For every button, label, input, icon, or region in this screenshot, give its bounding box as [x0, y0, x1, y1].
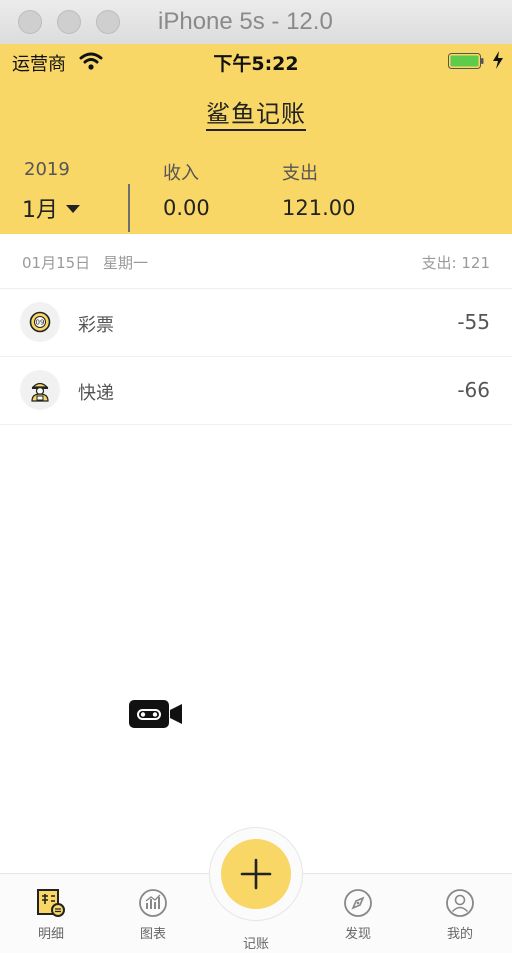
- status-bar: 运营商 下午5:22: [0, 44, 512, 78]
- record-row[interactable]: 09 彩票 -55: [0, 288, 512, 357]
- income-value: 0.00: [163, 196, 210, 220]
- app-title-text: 鲨鱼记账: [206, 100, 306, 131]
- day-weekday: 星期一: [103, 254, 149, 272]
- day-group-header: 01月15日 星期一 支出: 121: [0, 234, 512, 289]
- record-amount: -66: [457, 378, 490, 402]
- lottery-ball-icon: 09: [20, 302, 60, 342]
- charging-bolt-icon: [493, 51, 503, 69]
- compass-icon: [344, 889, 372, 917]
- caret-down-icon: [66, 205, 80, 213]
- day-date: 01月15日: [22, 254, 91, 272]
- header-divider: [128, 184, 130, 232]
- income-label: 收入: [163, 163, 199, 184]
- battery-icon: [448, 53, 484, 69]
- summary-header: 运营商 下午5:22 鲨鱼记账 2019 1月 收入 0.00 支出 121.0…: [0, 44, 512, 234]
- ledger-icon: [37, 889, 65, 917]
- month-value: 1月: [22, 198, 58, 223]
- svg-text:09: 09: [36, 319, 45, 327]
- expense-label: 支出: [282, 163, 318, 184]
- record-category: 快递: [78, 383, 114, 404]
- record-category: 彩票: [78, 315, 114, 336]
- video-camera-icon[interactable]: [129, 700, 183, 728]
- zoom-window-button[interactable]: [96, 10, 120, 34]
- minimize-window-button[interactable]: [57, 10, 81, 34]
- tab-label: 发现: [344, 927, 371, 942]
- add-record-button[interactable]: [221, 839, 291, 909]
- tab-label: 明细: [37, 927, 64, 942]
- tab-label: 记账: [242, 937, 269, 952]
- tab-label: 图表: [139, 927, 166, 942]
- tab-details[interactable]: 明细: [11, 888, 91, 942]
- month-picker[interactable]: 1月: [22, 192, 80, 224]
- simulator-title-bar: iPhone 5s - 12.0: [0, 0, 512, 45]
- record-row[interactable]: 快递 -66: [0, 356, 512, 425]
- courier-icon: [20, 370, 60, 410]
- record-amount: -55: [457, 310, 490, 334]
- tab-profile[interactable]: 我的: [420, 888, 500, 942]
- tab-charts[interactable]: 图表: [113, 888, 193, 942]
- profile-icon: [446, 889, 474, 917]
- clock: 下午5:22: [213, 53, 299, 75]
- chart-icon: [139, 889, 167, 917]
- tab-discover[interactable]: 发现: [318, 888, 398, 942]
- day-expense-total: 支出: 121: [421, 254, 490, 272]
- tab-label: 我的: [446, 927, 473, 942]
- app-title: 鲨鱼记账: [0, 94, 512, 131]
- plus-icon: [240, 858, 272, 890]
- tab-add-record[interactable]: 记账: [216, 928, 296, 952]
- window-title: iPhone 5s - 12.0: [158, 8, 333, 35]
- expense-value: 121.00: [282, 196, 356, 220]
- close-window-button[interactable]: [18, 10, 42, 34]
- year-label: 2019: [24, 159, 70, 180]
